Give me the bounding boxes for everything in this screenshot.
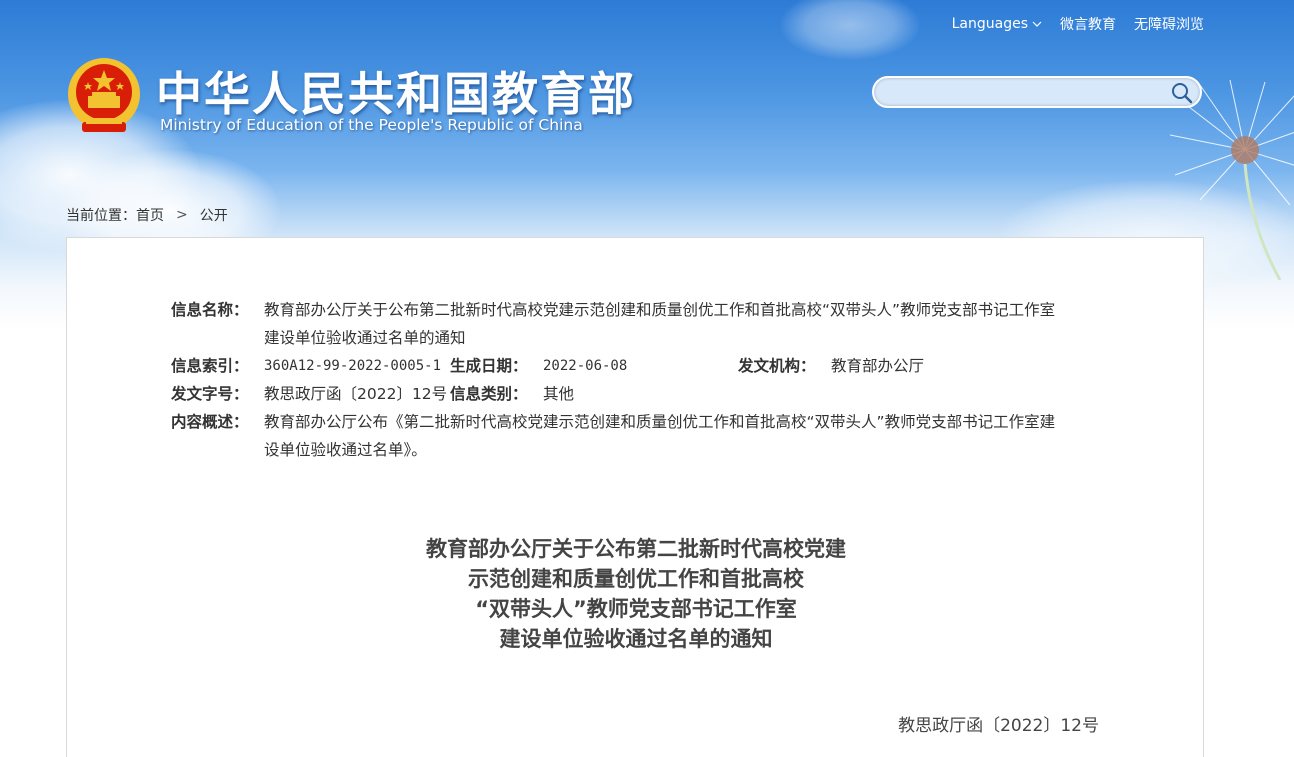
weiyan-link[interactable]: 微言教育 bbox=[1060, 14, 1116, 34]
document-number: 教思政厅函〔2022〕12号 bbox=[898, 716, 1099, 736]
meta-name-line: 教育部办公厅关于公布第二批新时代高校党建示范创建和质量创优工作和首批高校“双带头… bbox=[264, 301, 1056, 319]
meta-label: 发文字号： bbox=[171, 385, 249, 403]
article-title-line: 教育部办公厅关于公布第二批新时代高校党建 bbox=[426, 537, 846, 561]
meta-label: 内容概述： bbox=[171, 413, 249, 431]
breadcrumb: 当前位置： 首页 > 公开 bbox=[66, 205, 228, 225]
national-emblem-icon bbox=[68, 58, 140, 132]
breadcrumb-home-link[interactable]: 首页 bbox=[136, 205, 164, 225]
chevron-down-icon bbox=[1032, 21, 1042, 27]
article-title: 教育部办公厅关于公布第二批新时代高校党建 示范创建和质量创优工作和首批高校 “双… bbox=[67, 534, 1205, 654]
meta-value: 其他 bbox=[543, 385, 575, 403]
meta-label: 生成日期： bbox=[450, 357, 528, 375]
search-icon[interactable] bbox=[1170, 81, 1194, 105]
meta-summary-line: 设单位验收通过名单》。 bbox=[264, 441, 427, 459]
meta-label: 发文机构： bbox=[738, 357, 816, 375]
meta-row-docno: 发文字号： 教思政厅函〔2022〕12号 信息类别： 其他 bbox=[171, 380, 1101, 408]
meta-row-index: 信息索引： 360A12-99-2022-0005-1 生成日期： 2022-0… bbox=[171, 352, 1101, 380]
meta-row-summary: 内容概述： 教育部办公厅公布《第二批新时代高校党建示范创建和质量创优工作和首批高… bbox=[171, 408, 1101, 464]
meta-value: 教育部办公厅关于公布第二批新时代高校党建示范创建和质量创优工作和首批高校“双带头… bbox=[264, 296, 1101, 352]
search-box bbox=[872, 76, 1202, 108]
breadcrumb-prefix: 当前位置： bbox=[66, 208, 136, 224]
article-title-line: “双带头人”教师党支部书记工作室 bbox=[475, 597, 797, 621]
breadcrumb-current-link[interactable]: 公开 bbox=[200, 205, 228, 225]
meta-summary-line: 教育部办公厅公布《第二批新时代高校党建示范创建和质量创优工作和首批高校“双带头人… bbox=[264, 413, 1056, 431]
site-subtitle: Ministry of Education of the People's Re… bbox=[160, 116, 583, 134]
site-title[interactable]: 中华人民共和国教育部 bbox=[156, 58, 636, 124]
search-input[interactable] bbox=[886, 82, 1170, 104]
meta-value: 教育部办公厅公布《第二批新时代高校党建示范创建和质量创优工作和首批高校“双带头人… bbox=[264, 408, 1101, 464]
article-title-line: 示范创建和质量创优工作和首批高校 bbox=[468, 567, 804, 591]
info-metadata: 信息名称： 教育部办公厅关于公布第二批新时代高校党建示范创建和质量创优工作和首批… bbox=[171, 296, 1101, 464]
meta-value: 360A12-99-2022-0005-1 bbox=[264, 358, 442, 374]
cloud-decoration bbox=[780, 0, 920, 60]
meta-label: 信息索引： bbox=[171, 357, 249, 375]
chevron-right-icon: > bbox=[176, 207, 188, 223]
languages-link[interactable]: Languages bbox=[952, 14, 1042, 34]
meta-value: 2022-06-08 bbox=[543, 358, 628, 374]
content-panel: 信息名称： 教育部办公厅关于公布第二批新时代高校党建示范创建和质量创优工作和首批… bbox=[66, 237, 1204, 757]
meta-label: 信息类别： bbox=[450, 385, 528, 403]
meta-value: 教思政厅函〔2022〕12号 bbox=[264, 385, 448, 403]
article-title-line: 建设单位验收通过名单的通知 bbox=[499, 627, 773, 651]
meta-label: 信息名称： bbox=[171, 301, 249, 319]
meta-row-name: 信息名称： 教育部办公厅关于公布第二批新时代高校党建示范创建和质量创优工作和首批… bbox=[171, 296, 1101, 352]
accessible-browse-link[interactable]: 无障碍浏览 bbox=[1134, 14, 1204, 34]
meta-value: 教育部办公厅 bbox=[831, 357, 925, 375]
meta-name-line: 建设单位验收通过名单的通知 bbox=[264, 329, 466, 347]
top-links: Languages 微言教育 无障碍浏览 bbox=[952, 14, 1204, 34]
